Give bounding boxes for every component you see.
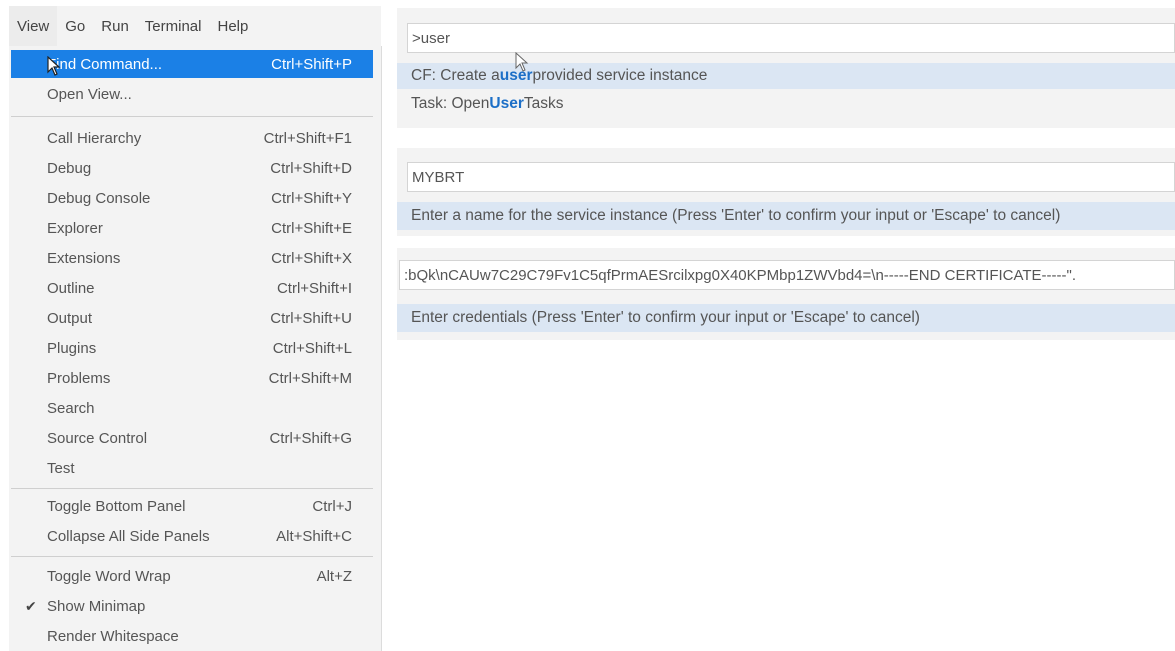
- menu-separator: [11, 116, 373, 117]
- shortcut-label: Ctrl+Shift+F1: [263, 129, 352, 147]
- menu-item-debug[interactable]: Debug Ctrl+Shift+D: [11, 154, 373, 182]
- menu-help[interactable]: Help: [209, 6, 256, 46]
- menu-separator: [11, 556, 373, 557]
- menu-view[interactable]: View: [9, 6, 58, 46]
- service-name-input-panel: MYBRT Enter a name for the service insta…: [397, 148, 1175, 236]
- shortcut-label: Ctrl+Shift+X: [271, 249, 352, 267]
- shortcut-label: Ctrl+J: [312, 497, 352, 515]
- menu-item-test[interactable]: Test: [11, 454, 373, 482]
- shortcut-label: Ctrl+Shift+U: [270, 309, 352, 327]
- shortcut-label: Ctrl+Shift+L: [272, 339, 352, 357]
- mouse-pointer-icon: [47, 56, 61, 76]
- service-name-hint: Enter a name for the service instance (P…: [397, 202, 1175, 230]
- shortcut-label: Ctrl+Shift+Y: [271, 189, 352, 207]
- credentials-input-panel: :bQk\nCAUw7C29C79Fv1C5qfPrmAESrcilxpg0X4…: [397, 248, 1175, 340]
- palette-result-open-user-tasks[interactable]: Task: Open User Tasks: [397, 91, 1175, 117]
- shortcut-label: Ctrl+Shift+D: [270, 159, 352, 177]
- menu-bar: View Go Run Terminal Help: [9, 6, 381, 46]
- shortcut-label: Alt+Shift+C: [276, 527, 352, 545]
- checkmark-icon: ✔: [25, 597, 37, 614]
- palette-result-create-user-service[interactable]: CF: Create a user provided service insta…: [397, 63, 1175, 89]
- menu-item-explorer[interactable]: Explorer Ctrl+Shift+E: [11, 214, 373, 242]
- menu-item-outline[interactable]: Outline Ctrl+Shift+I: [11, 274, 373, 302]
- menu-item-debug-console[interactable]: Debug Console Ctrl+Shift+Y: [11, 184, 373, 212]
- menu-item-show-minimap[interactable]: ✔ Show Minimap: [11, 592, 373, 620]
- mouse-pointer-icon: [515, 52, 529, 72]
- match-highlight: User: [489, 95, 524, 112]
- menu-item-collapse-all-side-panels[interactable]: Collapse All Side Panels Alt+Shift+C: [11, 522, 373, 550]
- shortcut-label: Ctrl+Shift+M: [268, 369, 352, 387]
- credentials-hint: Enter credentials (Press 'Enter' to conf…: [397, 304, 1175, 332]
- menu-item-search[interactable]: Search: [11, 394, 373, 422]
- menu-run[interactable]: Run: [93, 6, 137, 46]
- menu-item-extensions[interactable]: Extensions Ctrl+Shift+X: [11, 244, 373, 272]
- shortcut-label: Alt+Z: [316, 567, 352, 585]
- credentials-input[interactable]: :bQk\nCAUw7C29C79Fv1C5qfPrmAESrcilxpg0X4…: [399, 260, 1175, 290]
- menu-item-find-command[interactable]: Find Command... Ctrl+Shift+P: [11, 50, 373, 78]
- view-menu-dropdown: Find Command... Ctrl+Shift+P Open View..…: [9, 46, 382, 651]
- command-palette-input[interactable]: >user: [407, 23, 1175, 53]
- shortcut-label: Ctrl+Shift+E: [271, 219, 352, 237]
- menu-go[interactable]: Go: [57, 6, 93, 46]
- shortcut-label: Ctrl+Shift+I: [276, 279, 352, 297]
- menu-item-toggle-bottom-panel[interactable]: Toggle Bottom Panel Ctrl+J: [11, 492, 373, 520]
- menu-item-problems[interactable]: Problems Ctrl+Shift+M: [11, 364, 373, 392]
- menu-item-render-whitespace[interactable]: Render Whitespace: [11, 622, 373, 650]
- command-palette-panel: >user CF: Create a user provided service…: [397, 8, 1175, 128]
- menu-item-open-view[interactable]: Open View...: [11, 80, 373, 108]
- menu-terminal[interactable]: Terminal: [137, 6, 210, 46]
- menu-item-source-control[interactable]: Source Control Ctrl+Shift+G: [11, 424, 373, 452]
- menu-separator: [11, 488, 373, 489]
- menu-item-toggle-word-wrap[interactable]: Toggle Word Wrap Alt+Z: [11, 562, 373, 590]
- shortcut-label: Ctrl+Shift+G: [269, 429, 352, 447]
- menu-item-output[interactable]: Output Ctrl+Shift+U: [11, 304, 373, 332]
- service-name-input[interactable]: MYBRT: [407, 162, 1175, 192]
- shortcut-label: Ctrl+Shift+P: [271, 55, 352, 73]
- menu-item-plugins[interactable]: Plugins Ctrl+Shift+L: [11, 334, 373, 362]
- menu-item-call-hierarchy[interactable]: Call Hierarchy Ctrl+Shift+F1: [11, 124, 373, 152]
